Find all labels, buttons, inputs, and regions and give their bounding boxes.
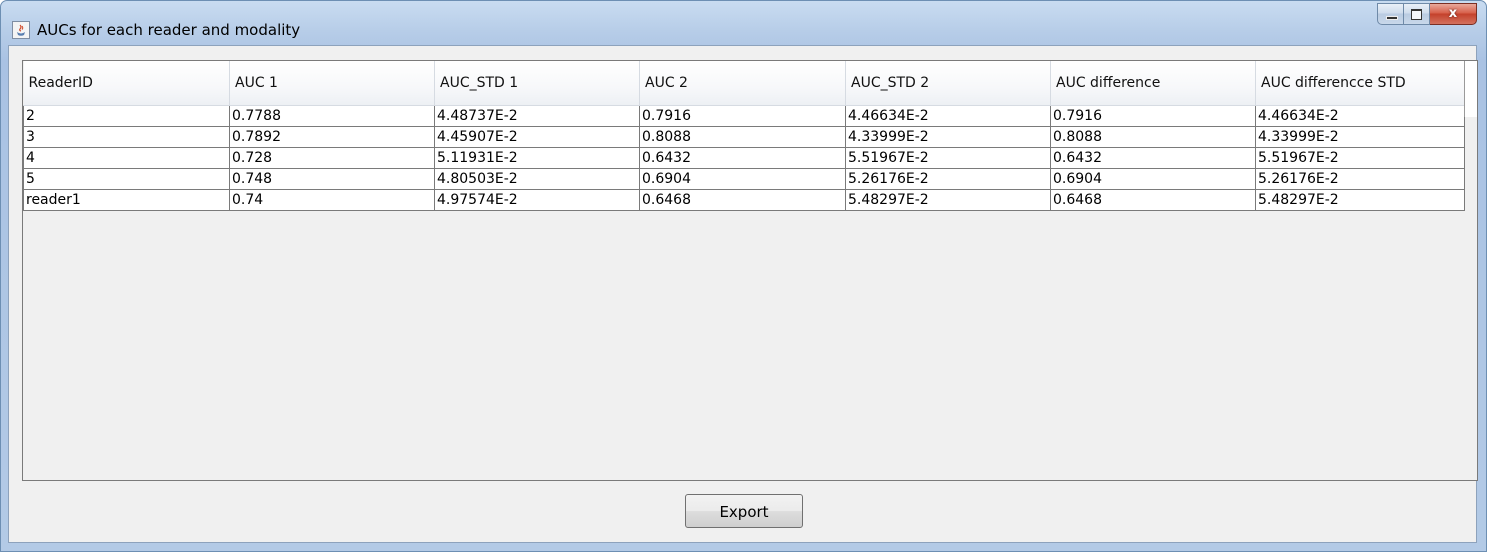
table-cell[interactable]: 2: [23, 105, 230, 127]
minimize-icon: [1386, 16, 1398, 20]
table-cell[interactable]: 4.33999E-2: [1255, 126, 1465, 148]
table-cell[interactable]: 0.6904: [1050, 168, 1256, 190]
table-row[interactable]: 2 0.7788 4.48737E-2 0.7916 4.46634E-2 0.…: [23, 105, 1465, 127]
table-cell[interactable]: 4.80503E-2: [434, 168, 640, 190]
table-cell[interactable]: 4.45907E-2: [434, 126, 640, 148]
maximize-icon: [1411, 9, 1422, 20]
table-row[interactable]: reader1 0.74 4.97574E-2 0.6468 5.48297E-…: [23, 189, 1465, 211]
table-cell[interactable]: 0.74: [229, 189, 435, 211]
table-cell[interactable]: 0.7916: [639, 105, 846, 127]
table-cell[interactable]: 5.48297E-2: [845, 189, 1051, 211]
table-row[interactable]: 3 0.7892 4.45907E-2 0.8088 4.33999E-2 0.…: [23, 126, 1465, 148]
footer-panel: Export: [22, 481, 1478, 543]
caption-buttons: x: [1377, 3, 1477, 27]
table-cell[interactable]: 4.46634E-2: [845, 105, 1051, 127]
table-cell[interactable]: 0.6904: [639, 168, 846, 190]
table-cell[interactable]: 4.48737E-2: [434, 105, 640, 127]
column-header-auc-std-1[interactable]: AUC_STD 1: [434, 61, 640, 106]
table-row[interactable]: 5 0.748 4.80503E-2 0.6904 5.26176E-2 0.6…: [23, 168, 1465, 190]
column-header-auc-std-2[interactable]: AUC_STD 2: [845, 61, 1051, 106]
close-icon: x: [1448, 6, 1458, 21]
table-cell[interactable]: reader1: [23, 189, 230, 211]
column-header-auc-difference-std[interactable]: AUC differencce STD: [1255, 61, 1465, 106]
table-cell[interactable]: 4.46634E-2: [1255, 105, 1465, 127]
table-cell[interactable]: 0.748: [229, 168, 435, 190]
table-cell[interactable]: 0.7788: [229, 105, 435, 127]
table-row[interactable]: 4 0.728 5.11931E-2 0.6432 5.51967E-2 0.6…: [23, 147, 1465, 169]
scrollbar-edge: [1464, 61, 1477, 117]
column-header-auc-difference[interactable]: AUC difference: [1050, 61, 1256, 106]
auc-table: ReaderID AUC 1 AUC_STD 1 AUC 2 AUC_STD 2…: [23, 61, 1465, 211]
table-cell[interactable]: 0.6432: [639, 147, 846, 169]
table-cell[interactable]: 0.7916: [1050, 105, 1256, 127]
title-bar[interactable]: AUCs for each reader and modality x: [1, 1, 1486, 45]
table-cell[interactable]: 5.11931E-2: [434, 147, 640, 169]
close-button[interactable]: x: [1430, 3, 1477, 25]
column-header-auc-2[interactable]: AUC 2: [639, 61, 846, 106]
java-cup-icon[interactable]: [12, 21, 30, 39]
table-cell[interactable]: 4: [23, 147, 230, 169]
table-cell[interactable]: 0.6468: [639, 189, 846, 211]
minimize-button[interactable]: [1377, 3, 1404, 25]
table-cell[interactable]: 0.6432: [1050, 147, 1256, 169]
table-cell[interactable]: 5.26176E-2: [1255, 168, 1465, 190]
column-header-readerid[interactable]: ReaderID: [23, 61, 230, 106]
export-button[interactable]: Export: [685, 494, 803, 528]
table-scroll-pane[interactable]: ReaderID AUC 1 AUC_STD 1 AUC 2 AUC_STD 2…: [22, 60, 1478, 481]
app-window: AUCs for each reader and modality x Read…: [0, 0, 1487, 552]
table-cell[interactable]: 4.33999E-2: [845, 126, 1051, 148]
table-cell[interactable]: 5.51967E-2: [1255, 147, 1465, 169]
table-cell[interactable]: 0.8088: [639, 126, 846, 148]
table-cell[interactable]: 0.7892: [229, 126, 435, 148]
table-cell[interactable]: 3: [23, 126, 230, 148]
maximize-button[interactable]: [1404, 3, 1430, 25]
table-cell[interactable]: 0.6468: [1050, 189, 1256, 211]
window-title: AUCs for each reader and modality: [37, 21, 301, 39]
table-cell[interactable]: 4.97574E-2: [434, 189, 640, 211]
content-panel: ReaderID AUC 1 AUC_STD 1 AUC 2 AUC_STD 2…: [8, 45, 1478, 543]
table-cell[interactable]: 0.8088: [1050, 126, 1256, 148]
table-header-row: ReaderID AUC 1 AUC_STD 1 AUC 2 AUC_STD 2…: [23, 61, 1465, 106]
column-header-auc-1[interactable]: AUC 1: [229, 61, 435, 106]
table-cell[interactable]: 5.48297E-2: [1255, 189, 1465, 211]
table-cell[interactable]: 5.51967E-2: [845, 147, 1051, 169]
table-cell[interactable]: 5.26176E-2: [845, 168, 1051, 190]
table-cell[interactable]: 5: [23, 168, 230, 190]
table-cell[interactable]: 0.728: [229, 147, 435, 169]
